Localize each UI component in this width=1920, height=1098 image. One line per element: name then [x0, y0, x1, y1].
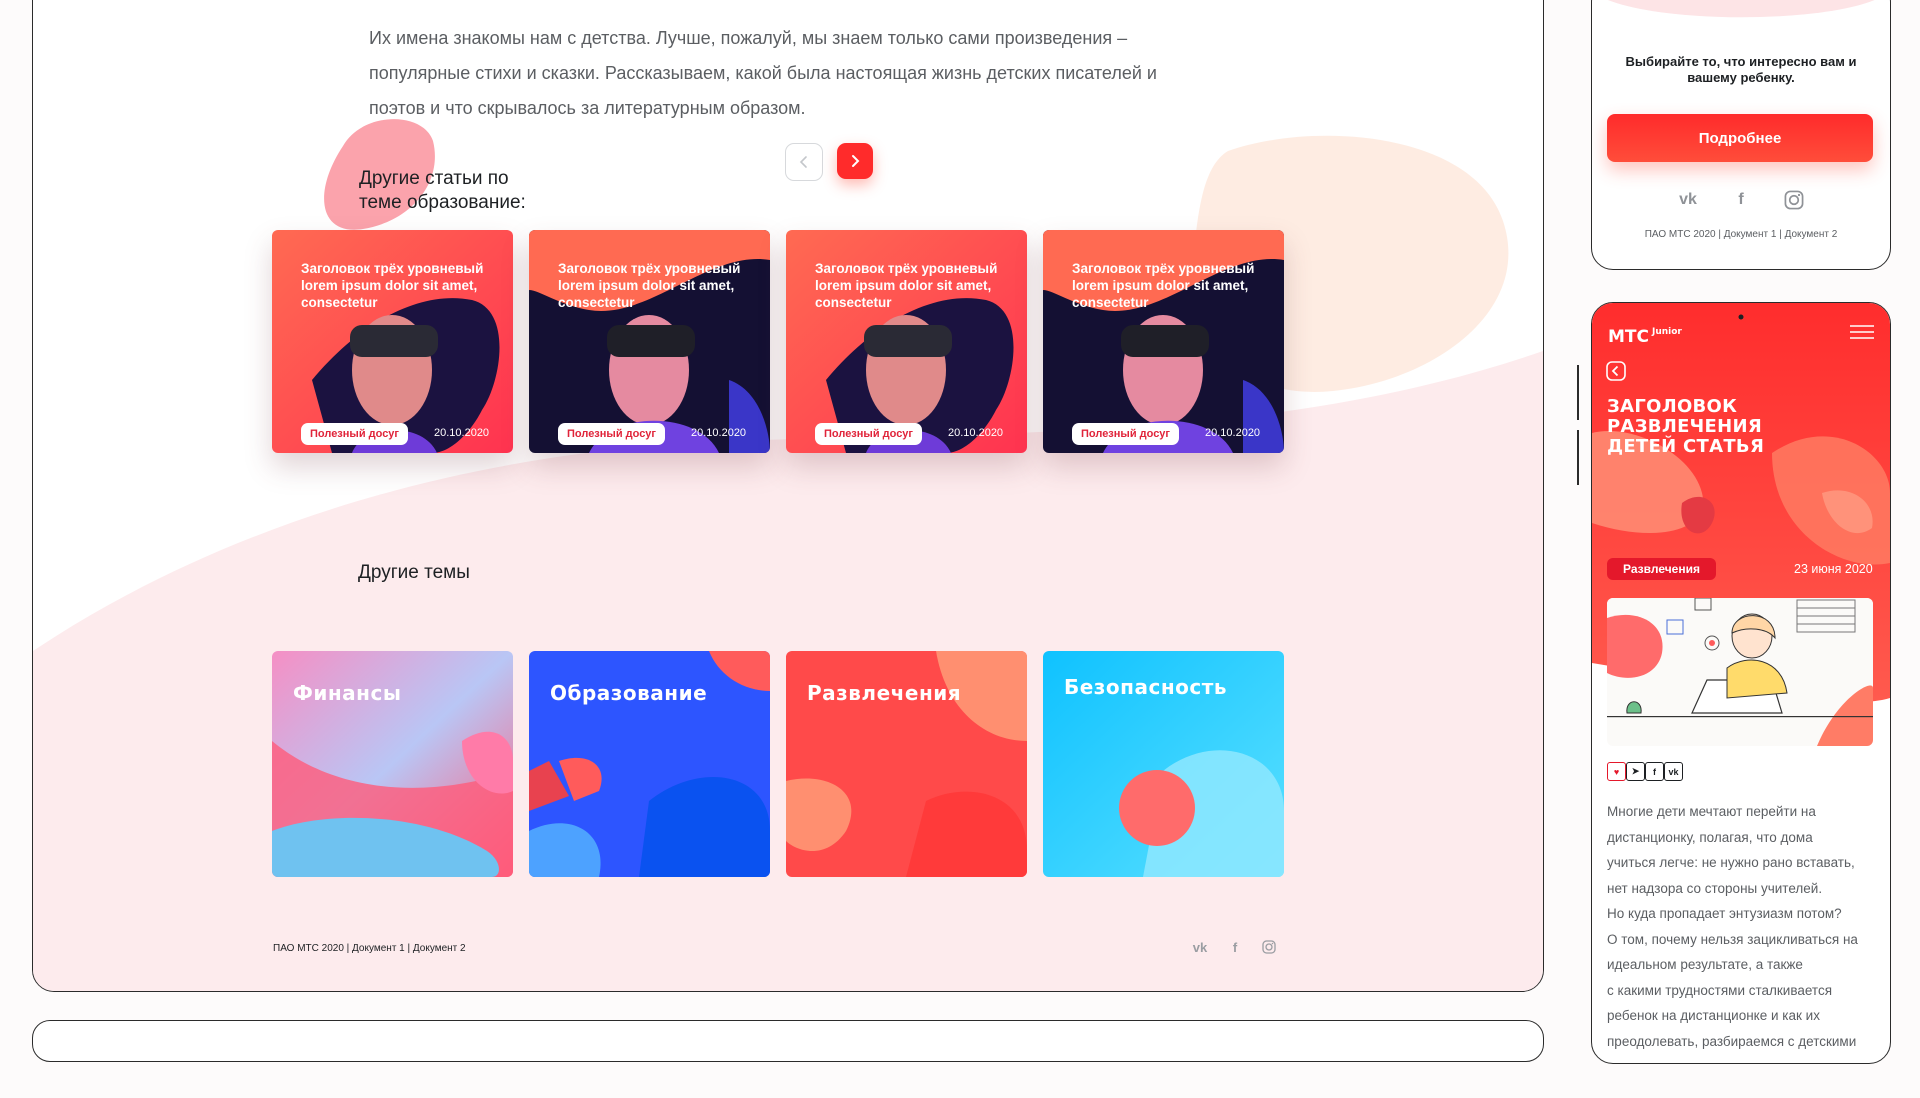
next-section-frame — [32, 1020, 1544, 1062]
mobile-frame-article: МТС Junior ЗАГОЛОВОК РАЗВЛЕЧЕНИЯ ДЕТЕЙ СТ… — [1591, 302, 1891, 1064]
cta-text: Выбирайте то, что интересно вам и вашему… — [1625, 54, 1857, 85]
article-card[interactable]: Заголовок трёх уровневый lorem ipsum dol… — [786, 230, 1027, 453]
mts-junior-logo[interactable]: МТС Junior — [1608, 327, 1682, 347]
desktop-frame: Их имена знакомы нам с детства. Лучше, п… — [32, 0, 1544, 992]
telegram-icon[interactable]: ➤ — [1626, 762, 1645, 781]
vk-icon[interactable]: vk — [1676, 188, 1700, 212]
article-card[interactable]: Заголовок трёх уровневый lorem ipsum dol… — [272, 230, 513, 453]
article-body-line: Но куда пропадает энтузиазм потом? — [1607, 906, 1842, 921]
intro-line: Их имена знакомы нам с детства. Лучше, п… — [369, 28, 1128, 48]
topic-label: Финансы — [293, 681, 402, 705]
vk-icon[interactable]: vk — [1191, 938, 1209, 956]
topic-label: Безопасность — [1064, 675, 1227, 699]
girl-at-laptop-illustration — [1607, 598, 1873, 746]
article-body: Многие дети мечтают перейти на дистанцио… — [1607, 799, 1879, 1054]
article-card-date: 20.10.2020 — [948, 427, 1004, 439]
topic-label: Образование — [550, 681, 708, 705]
topic-label: Развлечения — [807, 681, 962, 705]
article-card-date: 20.10.2020 — [691, 427, 747, 439]
heart-icon[interactable]: ♥ — [1607, 762, 1626, 781]
article-body-line: дистанционку, полагая, что дома — [1607, 829, 1813, 845]
article-date: 23 июня 2020 — [1794, 562, 1873, 576]
article-body-line: ребенок на дистанционке и как их — [1607, 1008, 1820, 1023]
other-topics-title: Другие темы — [358, 562, 470, 583]
phone-top-blob — [1608, 0, 1875, 18]
article-card-tag[interactable]: Полезный досуг — [558, 423, 666, 445]
phone-volume-button — [1577, 365, 1579, 420]
topic-card-education[interactable]: Образование — [529, 651, 770, 877]
carousel-prev-button[interactable] — [785, 143, 823, 181]
facebook-icon[interactable]: f — [1729, 188, 1753, 212]
instagram-glyph — [1784, 190, 1804, 210]
mobile-frame-footer: Выбирайте то, что интересно вам и вашему… — [1591, 0, 1891, 270]
article-card-date: 20.10.2020 — [434, 427, 490, 439]
article-card-date: 20.10.2020 — [1205, 427, 1261, 439]
instagram-icon[interactable] — [1260, 938, 1278, 956]
article-card-title: Заголовок трёх уровневый lorem ipsum dol… — [558, 261, 741, 310]
article-body-line: Многие дети мечтают перейти на — [1607, 804, 1816, 819]
vk-icon[interactable]: vk — [1664, 762, 1683, 781]
article-card-title: Заголовок трёх уровневый lorem ipsum dol… — [1072, 261, 1255, 310]
chevron-left-icon — [799, 156, 807, 168]
article-body-line: преодолевать, разбираемся с детскими — [1607, 1033, 1857, 1049]
facebook-icon[interactable]: f — [1645, 762, 1664, 781]
article-body-line: с какими трудностями сталкивается — [1607, 982, 1833, 998]
related-title-line: Другие статьи по — [359, 168, 509, 189]
logo-subtext: Junior — [1652, 327, 1682, 337]
instagram-glyph — [1262, 940, 1276, 954]
article-card[interactable]: Заголовок трёх уровневый lorem ipsum dol… — [529, 230, 770, 453]
footer-copyright: ПАО МТС 2020 | Документ 1 | Документ 2 — [273, 943, 466, 954]
mobile-footer-copyright: ПАО МТС 2020 | Документ 1 | Документ 2 — [1644, 229, 1838, 240]
related-articles-title: Другие статьи по теме образование: — [359, 167, 526, 215]
article-body-line: О том, почему нельзя зацикливаться на — [1607, 931, 1858, 947]
article-illustration — [1607, 598, 1873, 746]
phone-volume-button — [1577, 430, 1579, 485]
facebook-icon[interactable]: f — [1226, 938, 1244, 956]
back-icon[interactable] — [1606, 361, 1626, 381]
intro-line: популярные стихи и сказки. Рассказываем,… — [369, 63, 1157, 83]
more-button[interactable]: Подробнее — [1607, 114, 1873, 162]
article-title: ЗАГОЛОВОК РАЗВЛЕЧЕНИЯ ДЕТЕЙ СТАТЬЯ — [1607, 396, 1765, 457]
chevron-right-icon — [852, 155, 860, 167]
article-body-line: нет надзора со стороны учителей. — [1607, 880, 1823, 896]
menu-icon[interactable] — [1850, 325, 1874, 339]
article-card-tag[interactable]: Полезный досуг — [1072, 423, 1180, 445]
article-card-tag[interactable]: Полезный досуг — [301, 423, 409, 445]
article-card-tag[interactable]: Полезный досуг — [815, 423, 923, 445]
article-category-badge[interactable]: Развлечения — [1607, 558, 1716, 580]
article-body-line: учиться легче: не нужно рано вставать, — [1607, 855, 1855, 870]
carousel-next-button[interactable] — [837, 143, 873, 179]
article-body-line: идеальном результате, а также — [1607, 957, 1803, 972]
related-title-line: теме образование: — [359, 192, 526, 213]
topic-card-finance[interactable]: Финансы — [272, 651, 513, 877]
topic-card-security[interactable]: Безопасность — [1043, 651, 1284, 877]
topic-card-entertainment[interactable]: Развлечения — [786, 651, 1027, 877]
article-intro: Их имена знакомы нам с детства. Лучше, п… — [369, 21, 1229, 126]
instagram-icon[interactable] — [1782, 188, 1806, 212]
logo-text: МТС — [1608, 327, 1649, 347]
article-card[interactable]: Заголовок трёх уровневый lorem ipsum dol… — [1043, 230, 1284, 453]
article-card-title: Заголовок трёх уровневый lorem ipsum dol… — [815, 261, 998, 310]
article-card-title: Заголовок трёх уровневый lorem ipsum dol… — [301, 261, 484, 310]
intro-line: поэтов и что скрывалось за литературным … — [369, 98, 806, 118]
